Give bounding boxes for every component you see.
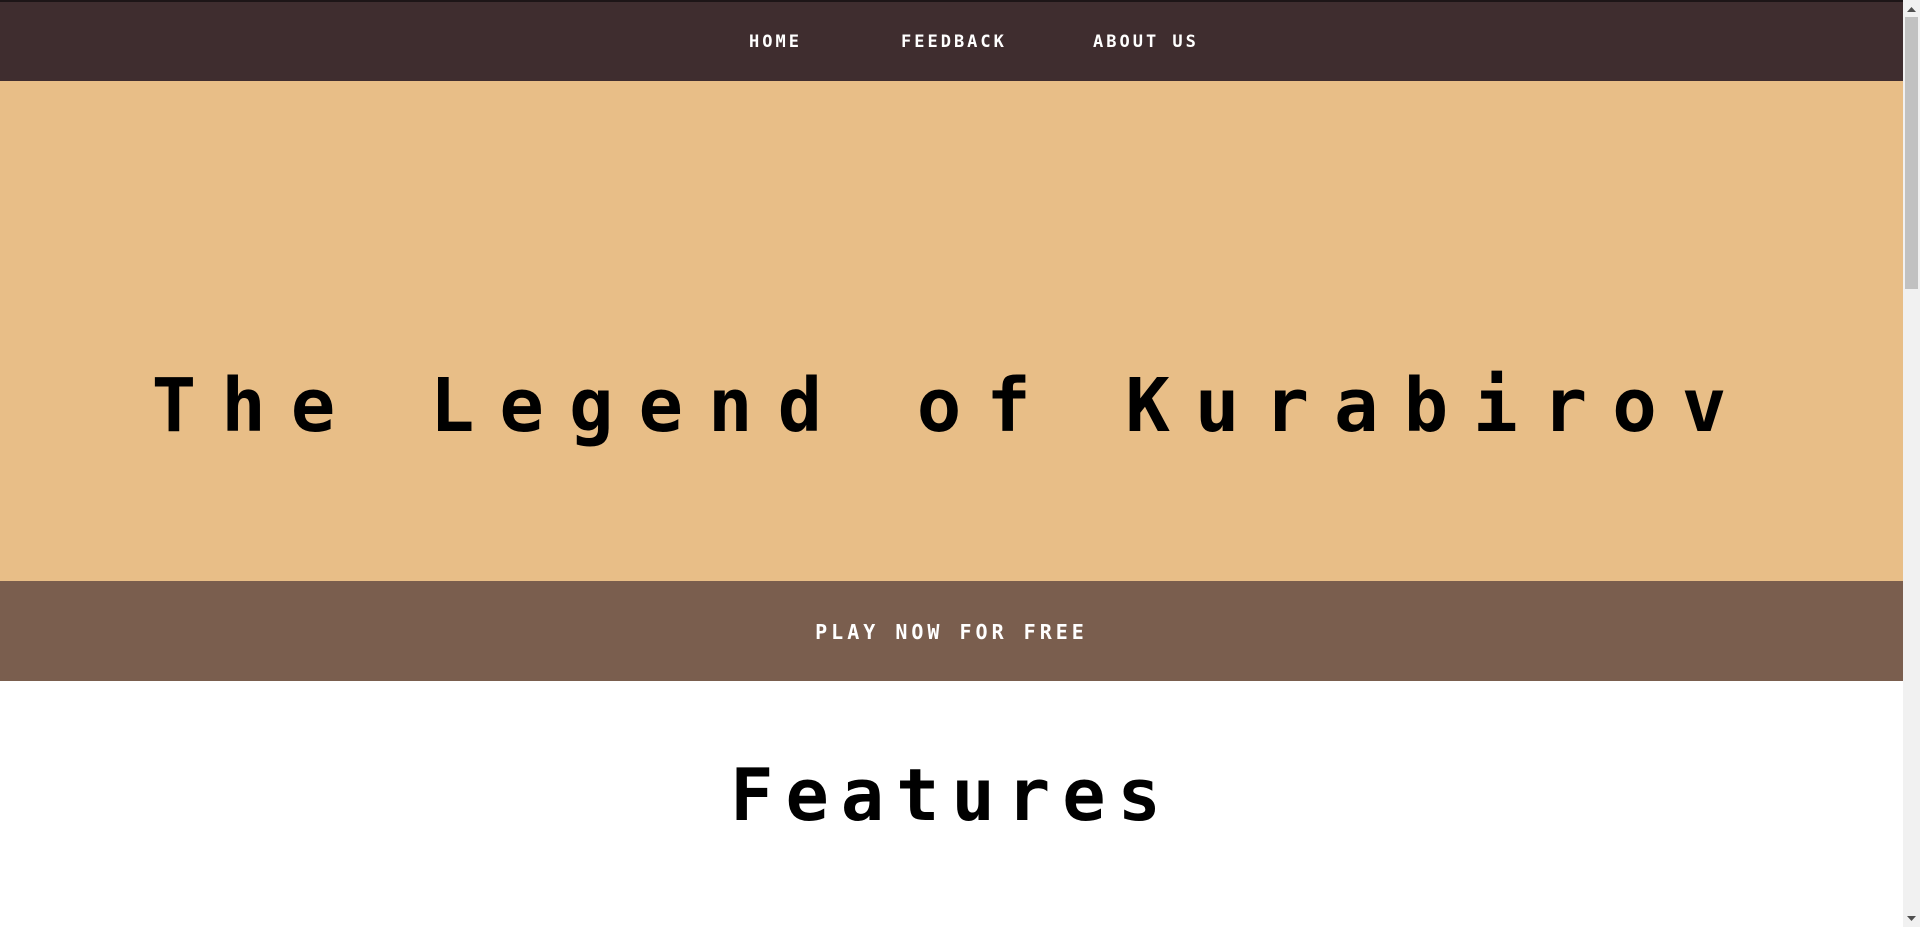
play-now-label: PLAY NOW FOR FREE <box>815 620 1088 644</box>
scrollbar-thumb[interactable] <box>1905 17 1918 289</box>
play-now-button[interactable]: PLAY NOW FOR FREE <box>0 581 1903 681</box>
scroll-up-button[interactable] <box>1903 0 1920 17</box>
scroll-down-button[interactable] <box>1903 910 1920 927</box>
chevron-up-icon <box>1907 6 1916 12</box>
nav-about-us-link[interactable]: ABOUT US <box>1093 32 1199 52</box>
hero-title: The Legend of Kurabirov <box>151 363 1752 449</box>
chevron-down-icon <box>1907 915 1916 921</box>
page-viewport: HOME FEEDBACK ABOUT US The Legend of Kur… <box>0 0 1903 927</box>
nav-home-link[interactable]: HOME <box>749 32 802 52</box>
nav-feedback-link[interactable]: FEEDBACK <box>901 32 1007 52</box>
hero-section: The Legend of Kurabirov <box>0 81 1903 581</box>
vertical-scrollbar[interactable] <box>1903 0 1920 927</box>
browser-page: HOME FEEDBACK ABOUT US The Legend of Kur… <box>0 0 1920 927</box>
features-heading: Features <box>730 753 1173 837</box>
navbar: HOME FEEDBACK ABOUT US <box>0 2 1903 81</box>
